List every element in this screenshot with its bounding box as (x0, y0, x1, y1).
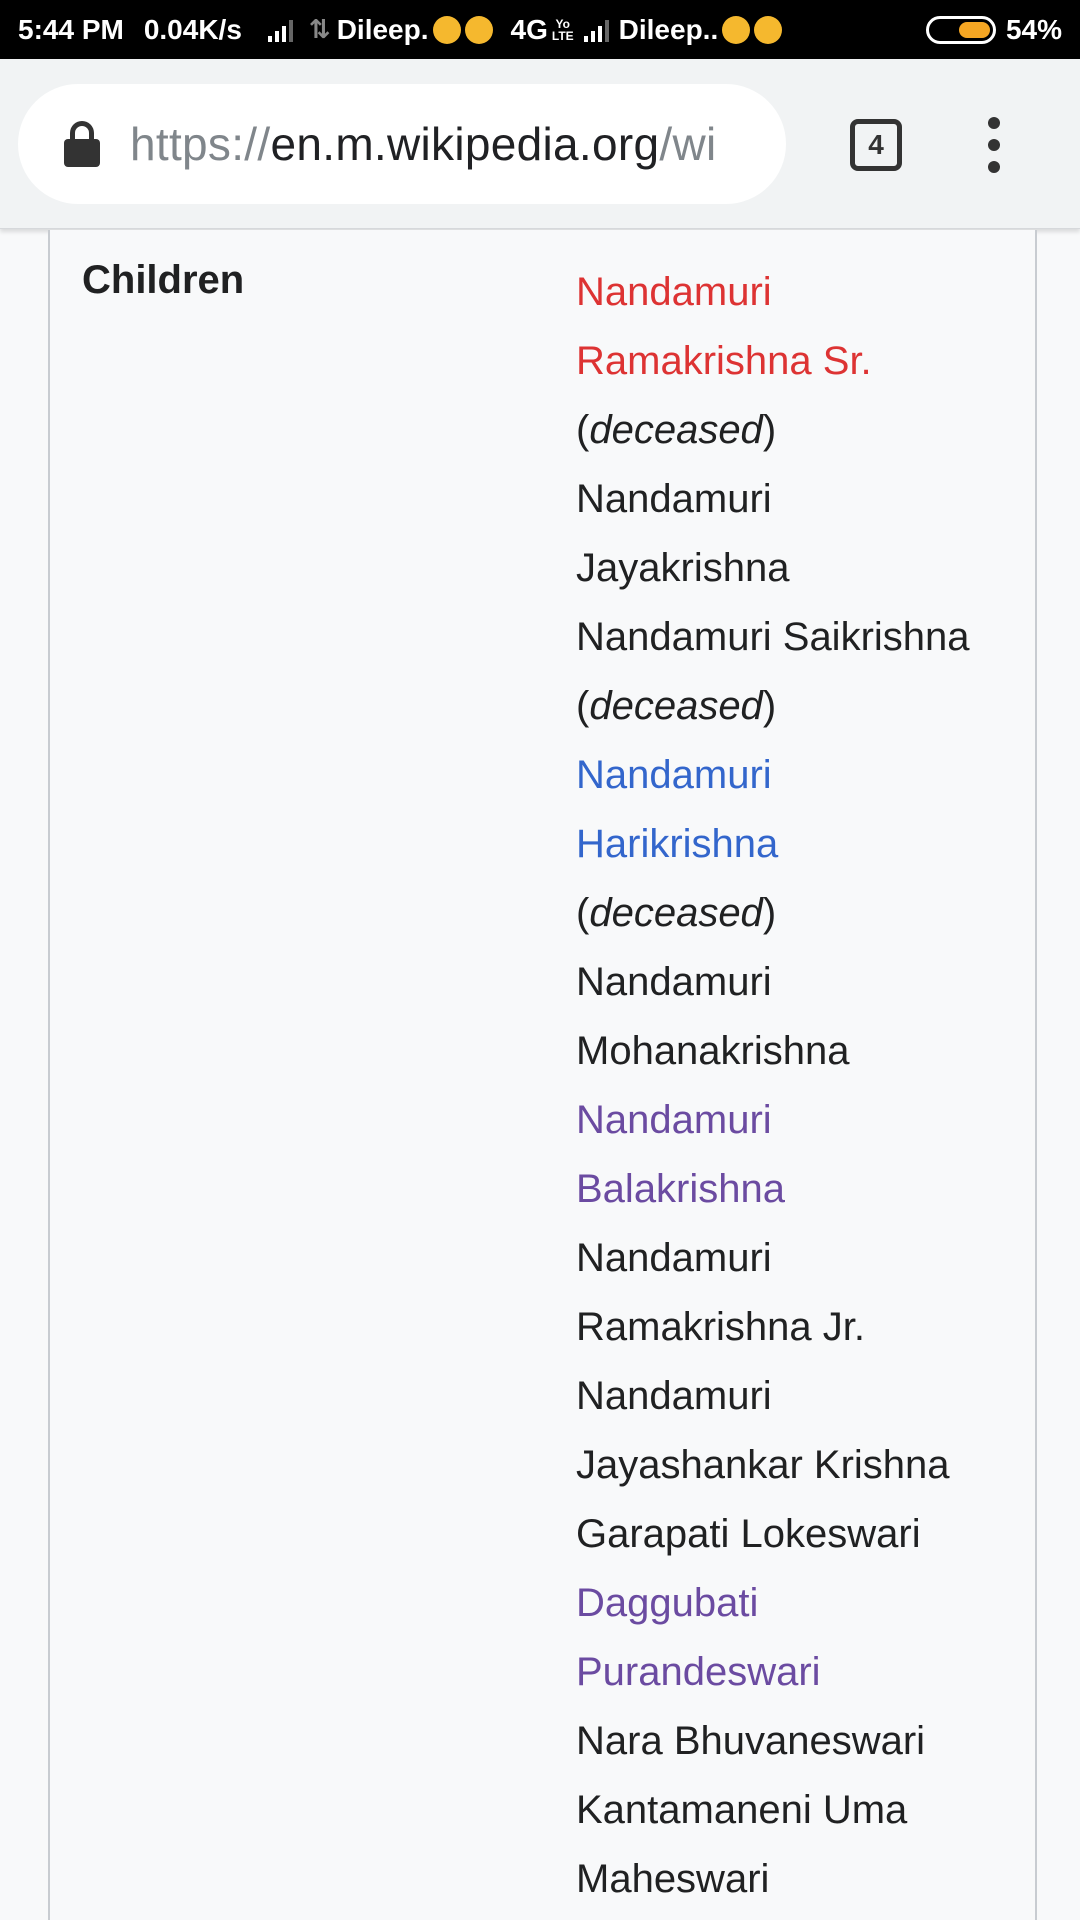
infobox: Children Nandamuri Ramakrishna Sr. (deceas… (48, 230, 1037, 1920)
data-arrows-icon: ⇅ (308, 14, 331, 44)
child-name: Nandamuri (576, 477, 772, 521)
overflow-menu-icon[interactable] (980, 117, 1008, 173)
signal-icon (267, 18, 293, 42)
status-bar: 5:44 PM 0.04K/s ⇅ Dileep. 4G Yo LTE Dilee… (0, 0, 1080, 59)
carrier-name-1: Dileep. (336, 13, 429, 45)
battery-icon (925, 15, 996, 44)
signal-icon (583, 18, 609, 42)
lock-icon[interactable] (64, 121, 100, 167)
child-name: Kantamaneni Uma (576, 1788, 908, 1832)
deceased-note: (deceased) (576, 408, 777, 452)
battery-percent: 54% (1005, 13, 1062, 45)
child-name-link[interactable]: Ramakrishna Sr. (576, 327, 1016, 396)
child-name: Garapati Lokeswari (576, 1512, 921, 1556)
child-name-link[interactable]: Nandamuri (576, 1086, 1016, 1155)
emoji-icon (754, 15, 783, 44)
emoji-icon (432, 15, 461, 44)
children-list: Nandamuri Ramakrishna Sr. (deceased) Nandam… (576, 258, 1016, 1914)
child-name: Maheswari (576, 1857, 770, 1901)
child-name-link[interactable]: Balakrishna (576, 1155, 1016, 1224)
child-name-link[interactable]: Nandamuri (576, 741, 1016, 810)
status-time: 5:44 PM (18, 13, 124, 45)
network-type: 4G (510, 13, 548, 45)
child-name: Nandamuri Saikrishna (576, 615, 970, 659)
child-name: Nandamuri (576, 960, 772, 1004)
tab-switcher-button[interactable]: 4 (850, 119, 902, 171)
child-name: Nandamuri (576, 1236, 772, 1280)
child-name: Jayakrishna (576, 546, 790, 590)
child-name: Mohanakrishna (576, 1029, 850, 1073)
emoji-icon (722, 15, 751, 44)
child-name: Nara Bhuvaneswari (576, 1719, 926, 1763)
browser-toolbar: https://en.m.wikipedia.org/wi 4 (0, 59, 1080, 229)
child-name-link[interactable]: Purandeswari (576, 1638, 1016, 1707)
carrier-name-2: Dileep.. (618, 13, 719, 45)
child-name: Jayashankar Krishna (576, 1443, 950, 1487)
page-content: Children Nandamuri Ramakrishna Sr. (deceas… (0, 230, 1080, 1920)
deceased-note: (deceased) (576, 684, 777, 728)
network-speed: 0.04K/s (143, 13, 242, 45)
volte-icon: Yo LTE (551, 16, 574, 43)
url-text[interactable]: https://en.m.wikipedia.org/wi (130, 117, 717, 171)
deceased-note: (deceased) (576, 891, 777, 935)
child-name-link[interactable]: Nandamuri (576, 258, 1016, 327)
infobox-label: Children (82, 258, 245, 302)
child-name: Nandamuri (576, 1374, 772, 1418)
child-name: Ramakrishna Jr. (576, 1305, 865, 1349)
emoji-icon (464, 15, 493, 44)
address-bar[interactable]: https://en.m.wikipedia.org/wi (18, 84, 786, 204)
child-name-link[interactable]: Harikrishna (576, 810, 1016, 879)
child-name-link[interactable]: Daggubati (576, 1569, 1016, 1638)
